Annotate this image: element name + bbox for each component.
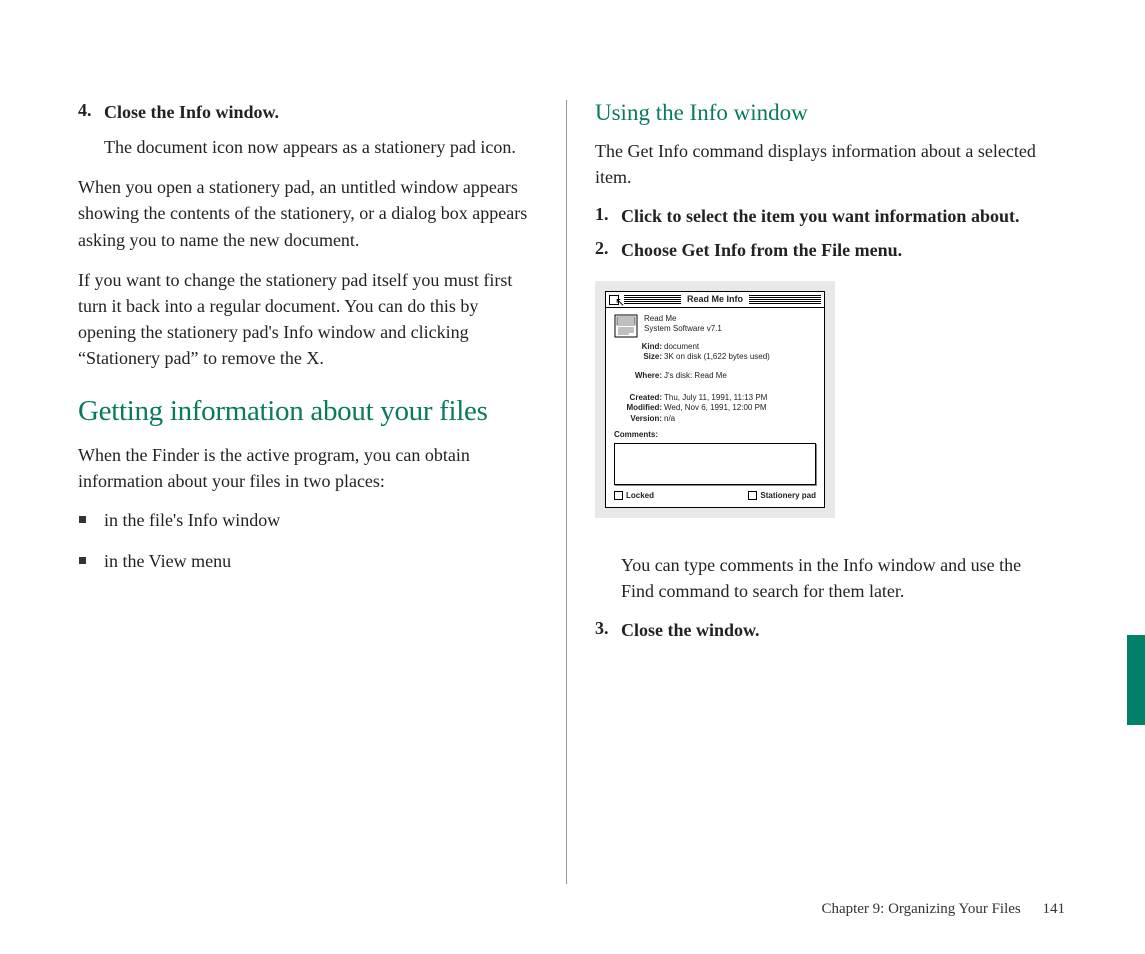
step-2: 2. Choose Get Info from the File menu. (595, 238, 1055, 262)
left-column: 4. Close the Info window. The document i… (78, 100, 566, 884)
step-text: Close the window. (621, 618, 760, 642)
modified-row: Modified: Wed, Nov 6, 1991, 12:00 PM (614, 403, 816, 413)
info-window-body: Read Me System Software v7.1 Kind: docum… (606, 308, 824, 507)
heading-using-info: Using the Info window (595, 100, 1055, 126)
info-window-figure: ↖ Read Me Info (595, 281, 835, 518)
step-number: 1. (595, 204, 621, 228)
where-label: Where: (614, 371, 664, 381)
close-box[interactable] (609, 295, 619, 305)
step-number: 4. (78, 100, 104, 124)
step-text: Click to select the item you want inform… (621, 204, 1019, 228)
right-column: Using the Info window The Get Info comma… (566, 100, 1065, 884)
checkbox-icon (748, 491, 757, 500)
version-value: n/a (664, 414, 675, 424)
info-places-list: in the file's Info window in the View me… (78, 508, 538, 574)
created-label: Created: (614, 393, 664, 403)
where-value: J's disk: Read Me (664, 371, 727, 381)
paragraph-finder-info: When the Finder is the active program, y… (78, 442, 538, 494)
step-text: Choose Get Info from the File menu. (621, 238, 902, 262)
size-label: Size: (614, 352, 664, 362)
info-window: ↖ Read Me Info (605, 291, 825, 508)
paragraph-open-stationery: When you open a stationery pad, an untit… (78, 174, 538, 252)
chapter-label: Chapter 9: Organizing Your Files (821, 901, 1020, 917)
version-label: Version: (614, 414, 664, 424)
file-name: Read Me (644, 314, 722, 324)
step-number: 3. (595, 618, 621, 642)
page-content: 4. Close the Info window. The document i… (78, 100, 1065, 884)
modified-value: Wed, Nov 6, 1991, 12:00 PM (664, 403, 767, 413)
kind-row: Kind: document (614, 342, 816, 352)
created-row: Created: Thu, July 11, 1991, 11:13 PM (614, 393, 816, 403)
step-text: Close the Info window. (104, 100, 279, 124)
info-comments-note: You can type comments in the Info window… (621, 552, 1055, 604)
paragraph-change-stationery: If you want to change the stationery pad… (78, 267, 538, 371)
size-row: Size: 3K on disk (1,622 bytes used) (614, 352, 816, 362)
info-header: Read Me System Software v7.1 (614, 314, 816, 338)
comments-box[interactable] (614, 443, 816, 485)
list-item: in the file's Info window (78, 508, 538, 533)
size-value: 3K on disk (1,622 bytes used) (664, 352, 770, 362)
step-number: 2. (595, 238, 621, 262)
page-number: 141 (1043, 901, 1066, 917)
step-4: 4. Close the Info window. (78, 100, 538, 124)
stationery-checkbox[interactable]: Stationery pad (748, 491, 816, 501)
kind-label: Kind: (614, 342, 664, 352)
locked-checkbox[interactable]: Locked (614, 491, 654, 501)
step-3: 3. Close the window. (595, 618, 1055, 642)
created-value: Thu, July 11, 1991, 11:13 PM (664, 393, 767, 403)
file-app: System Software v7.1 (644, 324, 722, 334)
modified-label: Modified: (614, 403, 664, 413)
info-window-titlebar: ↖ Read Me Info (606, 292, 824, 308)
stationery-label: Stationery pad (760, 491, 816, 501)
checkbox-icon (614, 491, 623, 500)
comments-label: Comments: (614, 430, 816, 440)
page-footer: Chapter 9: Organizing Your Files 141 (821, 901, 1065, 918)
info-window-title: Read Me Info (681, 294, 749, 304)
paragraph-get-info-intro: The Get Info command displays informatio… (595, 138, 1055, 190)
list-item: in the View menu (78, 549, 538, 574)
version-row: Version: n/a (614, 414, 816, 424)
kind-value: document (664, 342, 699, 352)
checkbox-row: Locked Stationery pad (614, 491, 816, 501)
locked-label: Locked (626, 491, 654, 501)
step-4-subtext: The document icon now appears as a stati… (104, 134, 538, 160)
step-1: 1. Click to select the item you want inf… (595, 204, 1055, 228)
page-edge-tab (1127, 635, 1145, 725)
document-icon (614, 314, 638, 338)
where-row: Where: J's disk: Read Me (614, 371, 816, 381)
heading-getting-info: Getting information about your files (78, 395, 538, 428)
